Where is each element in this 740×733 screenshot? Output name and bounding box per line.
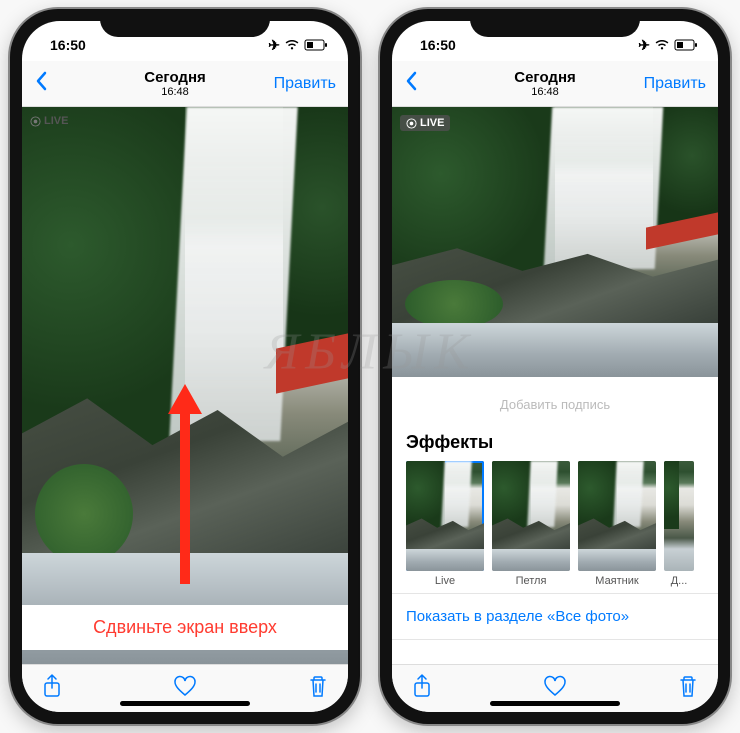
share-button[interactable] — [42, 674, 62, 703]
notch — [470, 9, 640, 37]
live-badge: LIVE — [30, 115, 68, 127]
favorite-button[interactable] — [173, 675, 197, 702]
status-time: 16:50 — [50, 37, 86, 53]
nav-title-sub: 16:48 — [84, 86, 266, 99]
battery-icon — [674, 39, 698, 51]
share-icon — [42, 674, 62, 698]
heart-icon — [543, 675, 567, 697]
wifi-icon — [284, 39, 300, 51]
back-button[interactable] — [404, 70, 454, 98]
battery-icon — [304, 39, 328, 51]
effects-title: Эффекты — [406, 432, 704, 453]
effect-label: Петля — [492, 575, 570, 587]
trash-icon — [678, 674, 698, 698]
swipe-up-arrow-icon — [160, 374, 210, 594]
trash-icon — [308, 674, 328, 698]
phone-left: 16:50 ✈ Сегодня 16:48 Править LIVE — [10, 9, 360, 724]
photo-preview[interactable]: LIVE — [392, 107, 718, 377]
edit-button[interactable]: Править — [266, 75, 336, 93]
share-icon — [412, 674, 432, 698]
notch — [100, 9, 270, 37]
status-time: 16:50 — [420, 37, 456, 53]
caption-field[interactable]: Добавить подпись — [392, 377, 718, 422]
status-icons: ✈ — [638, 37, 698, 54]
chevron-left-icon — [404, 71, 418, 91]
nav-title: Сегодня 16:48 — [84, 69, 266, 99]
nav-title-main: Сегодня — [84, 69, 266, 86]
nav-title-main: Сегодня — [454, 69, 636, 86]
effect-live[interactable]: Live — [406, 461, 484, 587]
effects-section: Эффекты Live Петля Маятник — [392, 422, 718, 593]
nav-bar: Сегодня 16:48 Править — [392, 61, 718, 107]
delete-button[interactable] — [678, 674, 698, 703]
show-in-all-photos-link[interactable]: Показать в разделе «Все фото» — [392, 593, 718, 640]
wifi-icon — [654, 39, 670, 51]
effect-loop[interactable]: Петля — [492, 461, 570, 587]
chevron-left-icon — [34, 71, 48, 91]
effect-label: Д... — [664, 575, 694, 587]
favorite-button[interactable] — [543, 675, 567, 702]
heart-icon — [173, 675, 197, 697]
photo-view[interactable]: LIVE Сдвиньте экран вверх — [22, 107, 348, 664]
home-indicator[interactable] — [120, 701, 250, 706]
effect-label: Маятник — [578, 575, 656, 587]
share-button[interactable] — [412, 674, 432, 703]
airplane-icon: ✈ — [268, 37, 280, 54]
live-icon — [406, 118, 417, 129]
delete-button[interactable] — [308, 674, 328, 703]
live-badge: LIVE — [400, 115, 450, 131]
effect-bounce[interactable]: Маятник — [578, 461, 656, 587]
home-indicator[interactable] — [490, 701, 620, 706]
phone-right: 16:50 ✈ Сегодня 16:48 Править LIVE — [380, 9, 730, 724]
effect-label: Live — [406, 575, 484, 587]
nav-title: Сегодня 16:48 — [454, 69, 636, 99]
status-icons: ✈ — [268, 37, 328, 54]
effect-more[interactable]: Д... — [664, 461, 694, 587]
airplane-icon: ✈ — [638, 37, 650, 54]
nav-bar: Сегодня 16:48 Править — [22, 61, 348, 107]
edit-button[interactable]: Править — [636, 75, 706, 93]
back-button[interactable] — [34, 70, 84, 98]
effects-row[interactable]: Live Петля Маятник Д... — [406, 461, 704, 587]
live-icon — [30, 116, 41, 127]
nav-title-sub: 16:48 — [454, 86, 636, 99]
instruction-text: Сдвиньте экран вверх — [22, 605, 348, 650]
detail-scroll[interactable]: LIVE Добавить подпись Эффекты Live — [392, 107, 718, 664]
